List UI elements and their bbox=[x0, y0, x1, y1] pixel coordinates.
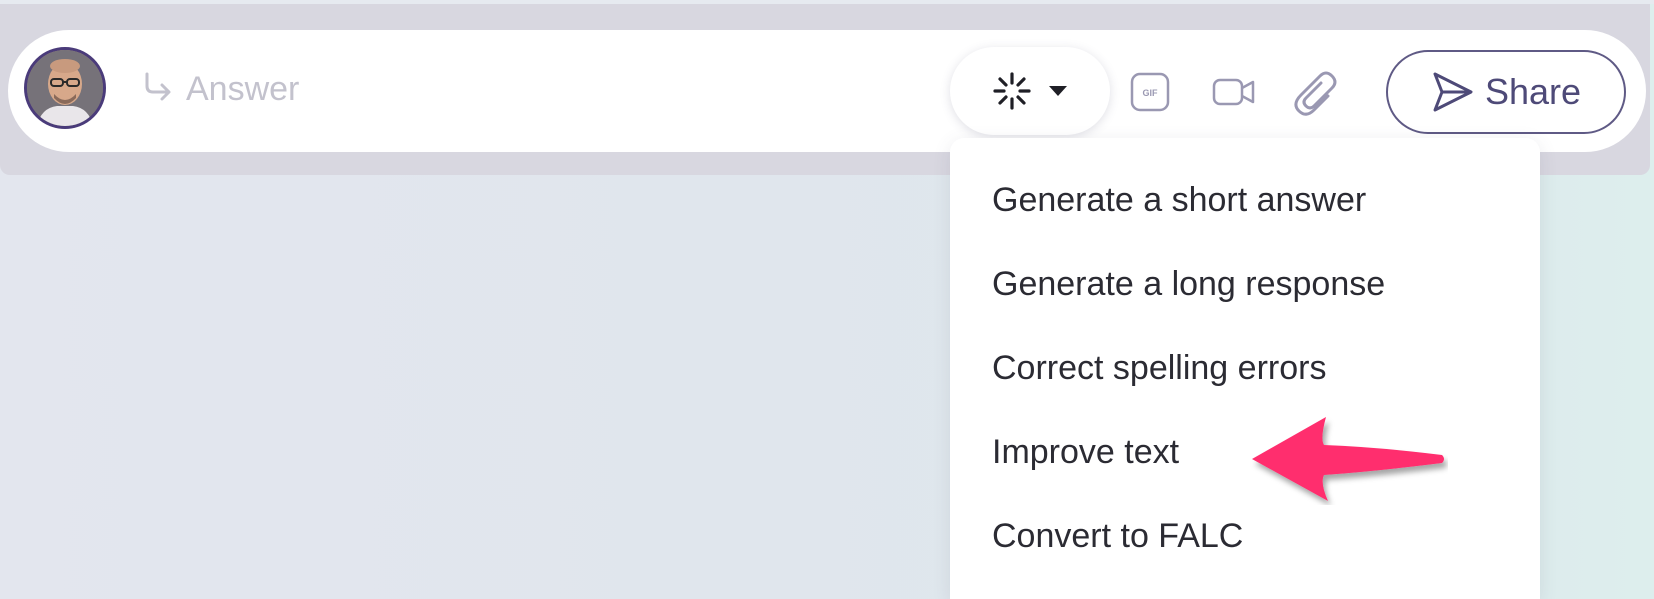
answer-input[interactable] bbox=[186, 64, 886, 114]
paperclip-icon[interactable] bbox=[1294, 66, 1342, 118]
menu-item-improve-text[interactable]: Improve text bbox=[992, 433, 1179, 472]
ai-actions-menu: Generate a short answer Generate a long … bbox=[950, 138, 1540, 599]
user-avatar[interactable] bbox=[24, 47, 106, 129]
menu-item-generate-long-response[interactable]: Generate a long response bbox=[992, 265, 1385, 304]
video-camera-icon[interactable] bbox=[1212, 72, 1256, 112]
pointer-arrow-icon bbox=[1252, 417, 1444, 501]
menu-item-generate-short-answer[interactable]: Generate a short answer bbox=[992, 181, 1366, 220]
sparkle-burst-icon bbox=[993, 72, 1031, 110]
send-icon bbox=[1433, 72, 1473, 112]
share-button[interactable]: Share bbox=[1386, 50, 1626, 134]
caret-down-icon bbox=[1049, 86, 1067, 96]
gif-icon-text: GIF bbox=[1143, 88, 1159, 98]
ai-assist-button[interactable] bbox=[950, 47, 1110, 135]
avatar-portrait-icon bbox=[27, 50, 103, 126]
reply-arrow-icon bbox=[145, 72, 171, 101]
gif-icon[interactable]: GIF bbox=[1130, 72, 1170, 112]
menu-item-convert-to-falc[interactable]: Convert to FALC bbox=[992, 517, 1243, 556]
menu-item-correct-spelling[interactable]: Correct spelling errors bbox=[992, 349, 1326, 388]
share-label: Share bbox=[1484, 71, 1582, 112]
